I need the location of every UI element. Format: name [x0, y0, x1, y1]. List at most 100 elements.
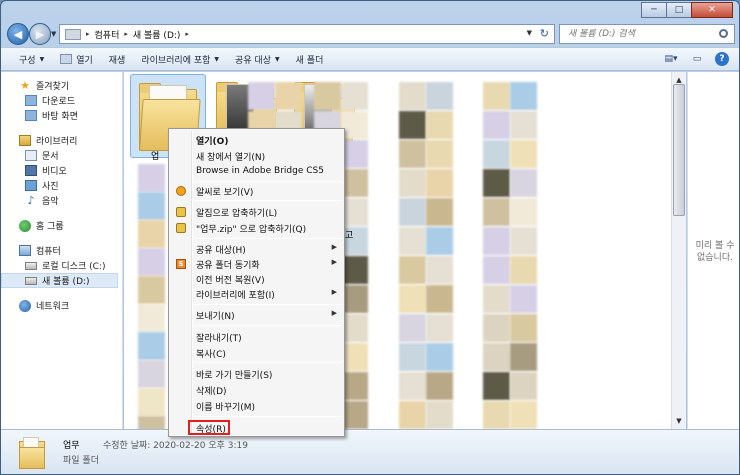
- blurred-thumbnail: [483, 198, 510, 226]
- network-icon: [19, 299, 31, 312]
- blurred-thumbnail: [483, 82, 510, 110]
- menu-browse-bridge[interactable]: Browse in Adobe Bridge CS5: [172, 164, 341, 179]
- nav-documents[interactable]: 문서: [1, 148, 122, 163]
- menu-open[interactable]: 열기(O): [172, 132, 341, 147]
- blurred-thumbnail: [510, 198, 537, 226]
- blurred-thumbnail: [275, 82, 302, 110]
- nav-pictures[interactable]: 사진: [1, 178, 122, 193]
- blurred-thumbnail: [510, 285, 537, 313]
- menu-create-shortcut[interactable]: 바로 가기 만들기(S): [172, 366, 341, 381]
- nav-new-volume[interactable]: 새 볼륨 (D:): [1, 273, 118, 288]
- nav-downloads[interactable]: 다운로드: [1, 93, 122, 108]
- blurred-thumbnail: [399, 343, 426, 371]
- folder-label: 고: [345, 231, 354, 241]
- blurred-thumbnail: [483, 169, 510, 197]
- blurred-thumbnail: [138, 304, 165, 332]
- menu-delete[interactable]: 삭제(D): [172, 382, 341, 397]
- alsee-icon: [175, 185, 187, 196]
- submenu-arrow-icon: ▶: [331, 258, 337, 266]
- nav-libraries[interactable]: 라이브러리: [1, 133, 122, 148]
- scroll-down-icon[interactable]: ▼: [673, 414, 685, 428]
- breadcrumb-separator[interactable]: ▸: [183, 30, 191, 38]
- nav-favorites[interactable]: ★ 즐겨찾기: [1, 78, 122, 93]
- blurred-thumbnail: [426, 227, 453, 255]
- scrollbar-thumb[interactable]: [673, 84, 685, 216]
- blurred-thumbnail: [341, 256, 368, 284]
- nav-computer[interactable]: 컴퓨터: [1, 243, 122, 258]
- menu-send-to[interactable]: 보내기(N) ▶: [172, 307, 341, 322]
- breadcrumb-new-volume[interactable]: 새 볼륨 (D:): [130, 28, 184, 41]
- library-icon: [19, 135, 31, 146]
- blurred-thumbnail: [399, 314, 426, 342]
- recent-pages-dropdown[interactable]: ▼: [51, 30, 56, 38]
- blurred-thumbnail: [138, 164, 165, 192]
- blurred-thumbnail: [483, 285, 510, 313]
- menu-share-with[interactable]: 공유 대상(H) ▶: [172, 241, 341, 256]
- refresh-icon[interactable]: ↻: [540, 27, 549, 40]
- blurred-thumbnail: [510, 314, 537, 342]
- view-options-icon[interactable]: ▤▾: [663, 52, 679, 66]
- help-icon[interactable]: ?: [715, 52, 729, 66]
- blurred-thumbnail: [341, 169, 368, 197]
- menu-include-in-library[interactable]: 라이브러리에 포함(I) ▶: [172, 286, 341, 301]
- search-icon[interactable]: [719, 29, 728, 38]
- close-button[interactable]: ✕: [691, 2, 733, 18]
- search-input[interactable]: [560, 29, 708, 39]
- blurred-thumbnail: [399, 256, 426, 284]
- breadcrumb-computer[interactable]: 컴퓨터: [92, 28, 123, 41]
- blurred-thumbnail: [510, 227, 537, 255]
- menu-cut[interactable]: 잘라내기(T): [172, 329, 341, 344]
- menu-sync-shared-folder[interactable]: S 공유 폴더 동기화 ▶: [172, 256, 341, 271]
- blurred-thumbnail: [426, 372, 453, 400]
- blurred-thumbnail: [510, 401, 537, 429]
- nav-homegroup[interactable]: 홈 그룹: [1, 218, 122, 233]
- maximize-button[interactable]: □: [666, 2, 692, 18]
- nav-videos[interactable]: 비디오: [1, 163, 122, 178]
- blurred-thumbnail: [138, 192, 165, 220]
- organize-button[interactable]: 구성 ▼: [11, 48, 52, 70]
- folder-icon: [19, 437, 45, 469]
- open-button[interactable]: 열기: [52, 48, 101, 70]
- address-bar[interactable]: ▸ 컴퓨터 ▸ 새 볼륨 (D:) ▸ ▼ ↻: [59, 24, 555, 44]
- blurred-thumbnail: [483, 111, 510, 139]
- submenu-arrow-icon: ▶: [331, 288, 337, 296]
- menu-alsee-view[interactable]: 알씨로 보기(V): [172, 183, 341, 198]
- vertical-scrollbar[interactable]: ▲ ▼: [671, 72, 686, 429]
- nav-desktop[interactable]: 바탕 화면: [1, 108, 122, 123]
- search-box[interactable]: [559, 24, 735, 44]
- play-button[interactable]: 재생: [101, 48, 134, 70]
- menu-compress-zip[interactable]: "업무.zip" 으로 압축하기(Q): [172, 220, 341, 235]
- nav-local-disk[interactable]: 로컬 디스크 (C:): [1, 258, 122, 273]
- menu-rename[interactable]: 이름 바꾸기(M): [172, 398, 341, 413]
- blurred-thumbnail: [138, 416, 165, 429]
- breadcrumb-separator[interactable]: ▸: [84, 30, 92, 38]
- minimize-button[interactable]: ─: [641, 2, 667, 18]
- menu-alzip-compress[interactable]: 알집으로 압축하기(L): [172, 204, 341, 219]
- new-folder-button[interactable]: 새 폴더: [288, 48, 332, 70]
- include-in-library-button[interactable]: 라이브러리에 포함 ▼: [133, 48, 227, 70]
- menu-open-new-window[interactable]: 새 창에서 열기(N): [172, 148, 341, 163]
- back-button[interactable]: ◀: [7, 23, 29, 45]
- alzip-icon: [175, 222, 187, 233]
- menu-restore-previous[interactable]: 이전 버전 복원(V): [172, 271, 341, 286]
- explorer-window: ─ □ ✕ ◀ ▶ ▼ ▸ 컴퓨터 ▸ 새 볼륨 (D:) ▸ ▼ ↻ 구성▼ …: [0, 0, 740, 475]
- breadcrumb-separator[interactable]: ▸: [122, 30, 130, 38]
- forward-button[interactable]: ▶: [29, 23, 51, 45]
- blurred-thumbnail: [341, 140, 368, 168]
- preview-pane-icon[interactable]: ▭: [689, 52, 705, 66]
- menu-copy[interactable]: 복사(C): [172, 345, 341, 360]
- desktop-icon: [25, 110, 37, 121]
- navigation-pane: ★ 즐겨찾기 다운로드 바탕 화면 라이브러리 문서 비디오 사진 ♪ 음악 홈 그…: [1, 72, 123, 429]
- open-icon: [60, 54, 73, 64]
- blurred-thumbnail: [399, 401, 426, 429]
- blurred-thumbnail: [483, 372, 510, 400]
- blurred-thumbnail: [341, 314, 368, 342]
- drive-icon: [25, 276, 37, 285]
- nav-network[interactable]: 네트워크: [1, 298, 122, 313]
- nav-music[interactable]: ♪ 음악: [1, 193, 122, 208]
- blurred-thumbnail: [138, 388, 165, 416]
- music-icon: ♪: [27, 194, 35, 207]
- blurred-thumbnail: [138, 248, 165, 276]
- share-with-button[interactable]: 공유 대상 ▼: [227, 48, 288, 70]
- address-dropdown-icon[interactable]: ▼: [527, 29, 532, 37]
